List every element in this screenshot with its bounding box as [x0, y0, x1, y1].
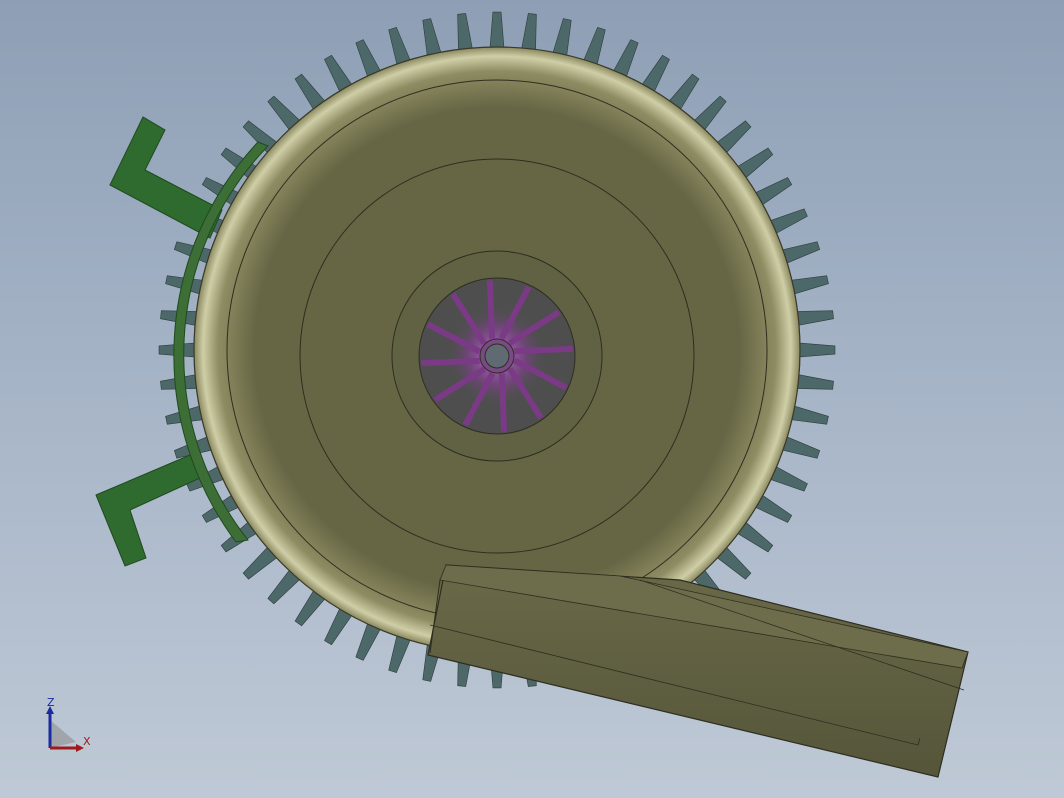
impeller-blade — [421, 357, 480, 367]
x-axis-label: X — [83, 735, 91, 748]
cad-viewport[interactable] — [0, 0, 1064, 798]
cooling-fin — [520, 13, 537, 53]
z-axis-label: Z — [47, 696, 55, 709]
cooling-fin — [457, 13, 474, 53]
cooling-fin — [489, 11, 505, 51]
impeller-shaft — [484, 343, 510, 369]
triad-plane — [50, 720, 76, 748]
impeller-blade — [514, 345, 573, 355]
axis-triad: Z X — [46, 696, 91, 752]
cooling-fin — [794, 373, 834, 390]
mount-bracket-lower — [95, 454, 201, 567]
cooling-fin — [794, 310, 834, 327]
outlet-duct — [427, 564, 969, 778]
impeller-blade — [486, 280, 496, 339]
cooling-fin — [796, 342, 836, 358]
impeller-blade — [498, 373, 508, 432]
